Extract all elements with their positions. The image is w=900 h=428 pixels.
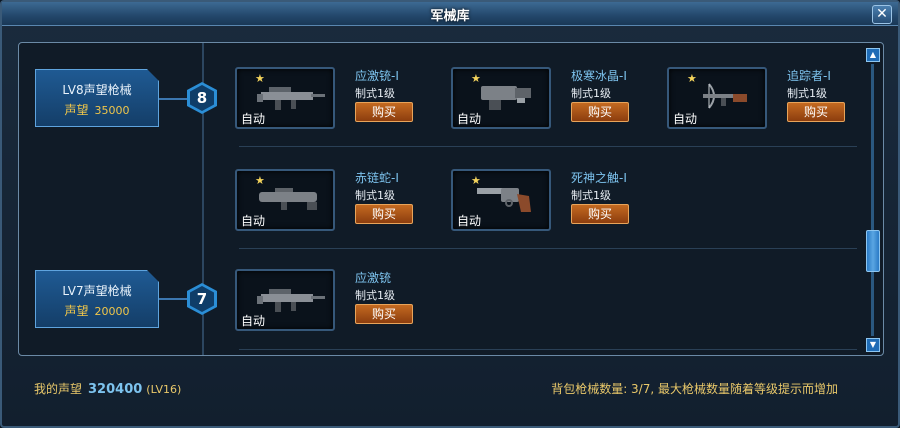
level-7-badge: 7 [187,283,217,315]
weapon-list-panel: LV8声望枪械 声望 35000 8 ★ 自动 应激铳-Ⅰ 制式1级 购买 ★ … [18,42,884,356]
revolver-icon [477,188,531,212]
buy-button[interactable]: 购买 [571,102,629,122]
level-title: LV8声望枪械 [62,83,132,97]
crossbow-icon [703,83,747,109]
scroll-thumb[interactable] [866,229,880,272]
level-connector [159,98,189,100]
weapon-name: 赤链蛇-Ⅰ [355,171,399,185]
weapon-item: ★ 自动 极寒冰晶-Ⅰ 制式1级 购买 [451,67,651,131]
reputation-value: 35000 [94,104,130,117]
scroll-track[interactable] [871,64,874,336]
buy-button[interactable]: 购买 [355,204,413,224]
level-divider [239,248,857,249]
level-title: LV7声望枪械 [62,284,132,298]
weapon-item: ★ 自动 死神之触-Ⅰ 制式1级 购买 [451,169,651,233]
vertical-scrollbar[interactable]: ▲ ▼ [866,48,880,352]
my-reputation: 我的声望 320400 (LV16) [34,380,181,397]
weapon-name: 死神之触-Ⅰ [571,171,627,185]
launcher-icon [259,188,317,210]
weapon-item: ★ 自动 赤链蛇-Ⅰ 制式1级 购买 [235,169,435,233]
armory-window: 军械库 ✕ LV8声望枪械 声望 35000 8 ★ 自动 应激铳-Ⅰ 制式1级… [0,0,900,428]
level-number: 8 [190,85,214,111]
buy-button[interactable]: 购买 [355,304,413,324]
row-divider [239,349,857,350]
weapon-thumbnail[interactable]: ★ 自动 [235,67,335,129]
level-8-header: LV8声望枪械 声望 35000 [35,69,159,127]
buy-button[interactable]: 购买 [355,102,413,122]
buy-button[interactable]: 购买 [571,204,629,224]
my-reputation-value: 320400 [88,382,143,397]
weapon-type: 制式1级 [355,289,395,302]
weapon-name: 应激铳 [355,271,392,285]
row-divider [239,146,857,147]
weapon-name: 应激铳-Ⅰ [355,69,399,83]
weapon-name: 追踪者-Ⅰ [787,69,831,83]
assault-rifle-icon [257,87,325,110]
my-level: (LV16) [146,383,182,396]
scroll-down-arrow[interactable]: ▼ [866,338,880,352]
close-button[interactable]: ✕ [872,5,892,24]
weapon-item: ★ 自动 应激铳 制式1级 购买 [235,269,435,333]
weapon-item: ★ 自动 应激铳-Ⅰ 制式1级 购买 [235,67,435,131]
auto-mode-label: 自动 [241,214,266,228]
level-7-header: LV7声望枪械 声望 20000 [35,270,159,328]
weapon-thumbnail[interactable]: ★ 自动 [235,169,335,231]
buy-button[interactable]: 购买 [787,102,845,122]
weapon-type: 制式1级 [355,87,395,100]
level-reputation: 声望 35000 [36,101,158,118]
weapon-thumbnail[interactable]: ★ 自动 [235,269,335,331]
assault-rifle-icon [257,289,325,312]
reputation-label: 声望 [64,304,89,318]
weapon-thumbnail[interactable]: ★ 自动 [667,67,767,129]
level-connector [159,298,189,300]
reputation-value: 20000 [94,305,130,318]
reputation-label: 声望 [64,103,89,117]
auto-mode-label: 自动 [241,112,266,126]
scroll-up-arrow[interactable]: ▲ [866,48,880,62]
weapon-thumbnail[interactable]: ★ 自动 [451,67,551,129]
ice-cannon-icon [481,86,531,110]
weapon-type: 制式1级 [787,87,827,100]
weapon-thumbnail[interactable]: ★ 自动 [451,169,551,231]
backpack-capacity-text: 背包枪械数量: 3/7, 最大枪械数量随着等级提示而增加 [551,382,838,396]
window-title: 军械库 [430,9,470,24]
auto-mode-label: 自动 [457,214,482,228]
auto-mode-label: 自动 [457,112,482,126]
weapon-name: 极寒冰晶-Ⅰ [571,69,627,83]
auto-mode-label: 自动 [673,112,698,126]
level-reputation: 声望 20000 [36,302,158,319]
title-bar: 军械库 ✕ [2,2,898,26]
weapon-type: 制式1级 [571,189,611,202]
weapon-type: 制式1级 [571,87,611,100]
level-8-badge: 8 [187,82,217,114]
weapon-item: ★ 自动 追踪者-Ⅰ 制式1级 购买 [667,67,867,131]
weapon-type: 制式1级 [355,189,395,202]
auto-mode-label: 自动 [241,314,266,328]
my-reputation-label: 我的声望 [34,382,83,396]
level-number: 7 [190,286,214,312]
